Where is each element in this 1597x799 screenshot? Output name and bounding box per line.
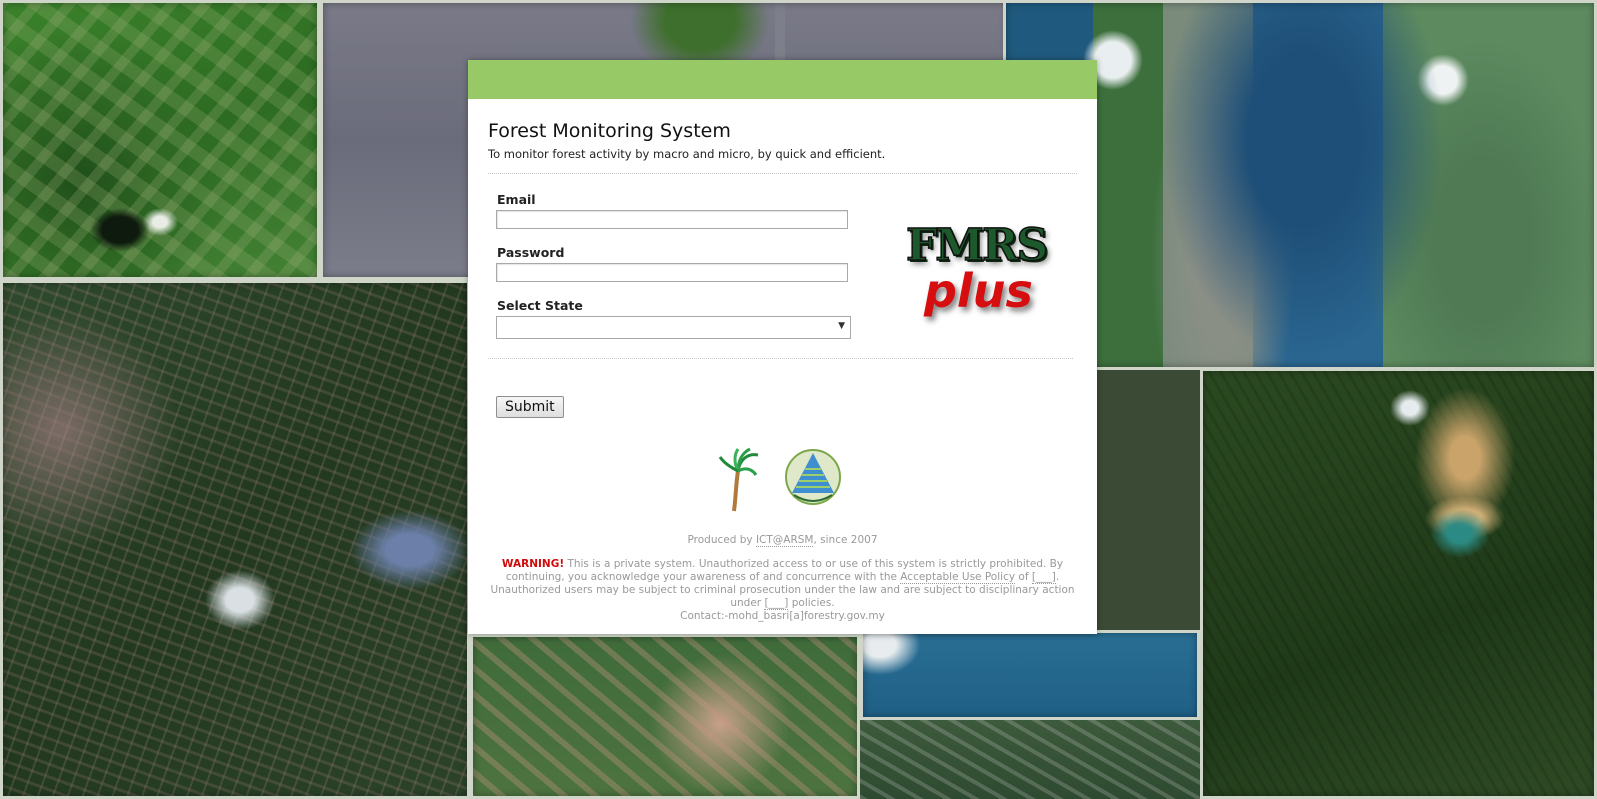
- panel-header-bar: [468, 60, 1097, 99]
- logo-plus-text: plus: [924, 264, 1033, 318]
- login-panel: Forest Monitoring System To monitor fore…: [468, 60, 1097, 634]
- acceptable-use-policy-link[interactable]: Acceptable Use Policy: [900, 571, 1016, 584]
- contact-text: Contact:-mohd_basri[a]forestry.gov.my: [680, 610, 885, 622]
- page-subtitle: To monitor forest activity by macro and …: [488, 147, 886, 161]
- produced-by-suffix: , since 2007: [813, 534, 878, 546]
- state-select[interactable]: ▼: [496, 316, 851, 339]
- divider-top: [488, 173, 1077, 174]
- produced-by-prefix: Produced by: [687, 534, 756, 546]
- satellite-tile-jungle-mining: [1200, 368, 1597, 799]
- satellite-tile-harbor: [860, 720, 1200, 799]
- ict-arsm-link[interactable]: ICT@ARSM: [755, 534, 814, 547]
- palm-logo-icon: [718, 447, 759, 512]
- warning-text-4: policies.: [788, 597, 835, 609]
- email-field[interactable]: [496, 210, 848, 229]
- policy-link-1[interactable]: [___]: [1031, 571, 1056, 584]
- warning-notice: WARNING! This is a private system. Unaut…: [476, 558, 1089, 623]
- produced-by-text: Produced by ICT@ARSM, since 2007: [468, 534, 1097, 547]
- password-field[interactable]: [496, 263, 848, 282]
- email-label: Email: [497, 192, 536, 207]
- submit-button[interactable]: Submit: [496, 396, 564, 418]
- satellite-tile-plantation: [470, 634, 860, 799]
- warning-text-2: of: [1015, 571, 1032, 583]
- state-label: Select State: [497, 298, 583, 313]
- satellite-tile-farmland: [0, 0, 320, 280]
- arsm-logo-icon: [785, 449, 841, 505]
- dropdown-arrow-icon: ▼: [838, 321, 845, 331]
- divider-bottom: [488, 358, 1073, 359]
- password-label: Password: [497, 245, 565, 260]
- satellite-tile-town: [0, 280, 470, 799]
- page-title: Forest Monitoring System: [488, 120, 731, 142]
- satellite-tile-sea: [860, 630, 1200, 720]
- warning-label: WARNING!: [501, 558, 565, 570]
- policy-link-2[interactable]: [___]: [764, 597, 789, 610]
- fmrs-plus-logo: FMRS plus: [900, 219, 1049, 340]
